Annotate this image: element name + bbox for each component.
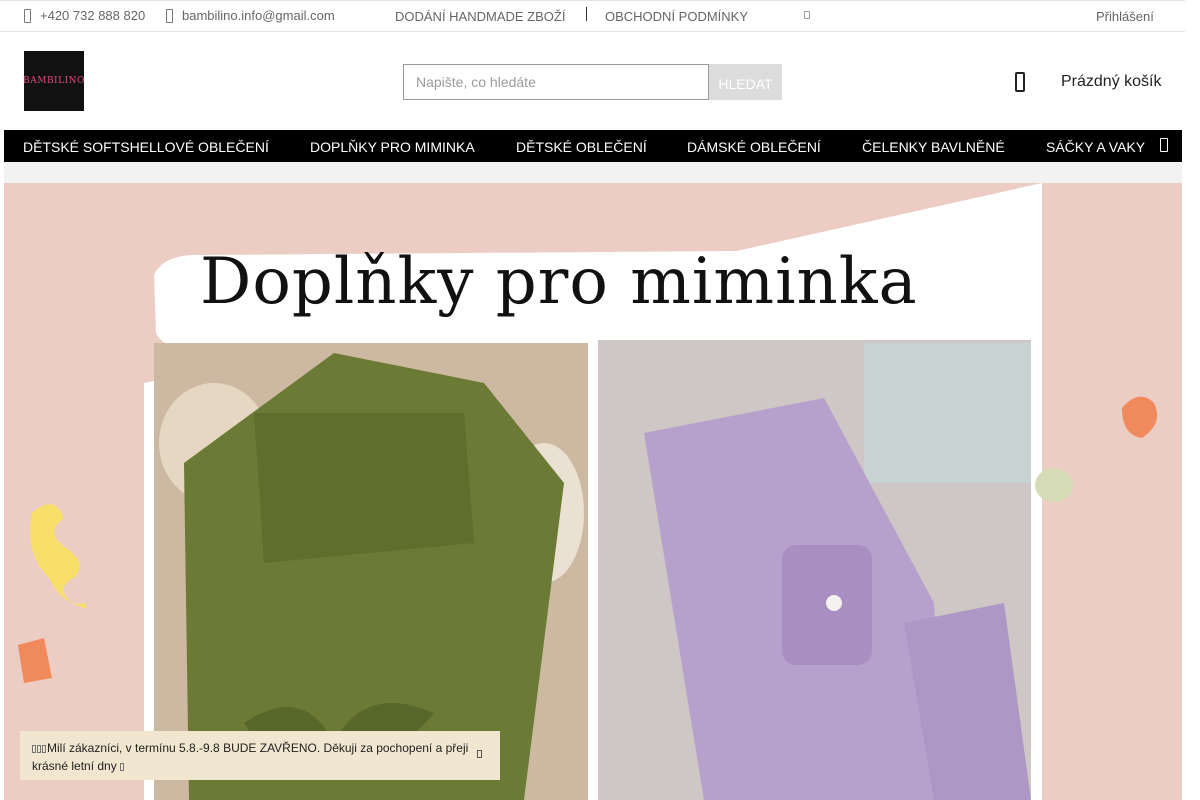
swaddle-fold — [254, 413, 474, 563]
heart-icon — [37, 745, 41, 753]
phone-icon — [24, 8, 31, 23]
header: BAMBILINO HLEDAT Prázdný košík — [0, 32, 1185, 130]
nav-item-bags[interactable]: SÁČKY A VAKY — [1046, 139, 1145, 155]
nav-item-baby-accessories[interactable]: DOPLŇKY PRO MIMINKA — [310, 139, 475, 155]
nav-item-headbands[interactable]: ČELENKY BAVLNĚNÉ — [862, 139, 1005, 155]
nav-item-kids-clothing[interactable]: DĚTSKÉ OBLEČENÍ — [516, 139, 647, 155]
search-input[interactable] — [403, 64, 709, 100]
logo-text: BAMBILINO — [23, 76, 85, 86]
search-button[interactable]: HLEDAT — [709, 64, 782, 100]
heart-icon — [42, 745, 46, 753]
hero-banner[interactable]: Doplňky pro miminka — [4, 183, 1182, 800]
cart-label[interactable]: Prázdný košík — [1061, 73, 1161, 91]
search-form: HLEDAT — [403, 64, 782, 100]
link-delivery[interactable]: DODÁNÍ HANDMADE ZBOŽÍ — [395, 9, 565, 24]
login-link[interactable]: Přihlášení — [1096, 9, 1154, 24]
cart-icon — [1015, 72, 1025, 92]
close-icon[interactable] — [477, 750, 482, 758]
main-nav: DĚTSKÉ SOFTSHELLOVÉ OBLEČENÍ DOPLŇKY PRO… — [4, 130, 1182, 162]
heart-icon — [32, 745, 36, 753]
phone-number[interactable]: +420 732 888 820 — [40, 8, 145, 23]
phone-contact[interactable]: +420 732 888 820 — [24, 8, 145, 23]
notice-text: Milí zákazníci, v termínu 5.8.-9.8 BUDE … — [32, 741, 469, 773]
mail-icon — [166, 8, 173, 23]
nav-item-softshell[interactable]: DĚTSKÉ SOFTSHELLOVÉ OBLEČENÍ — [23, 139, 269, 155]
decor-orange-patch — [18, 638, 52, 683]
email-contact[interactable]: bambilino.info@gmail.com — [166, 8, 335, 23]
notice-bar: Milí zákazníci, v termínu 5.8.-9.8 BUDE … — [20, 731, 500, 780]
chevron-down-icon[interactable] — [804, 11, 810, 19]
banner-top-strip — [4, 162, 1182, 183]
divider — [586, 7, 587, 21]
logo[interactable]: BAMBILINO — [23, 51, 85, 111]
decor-green-dot — [1035, 468, 1073, 502]
banner-title: Doplňky pro miminka — [200, 245, 918, 319]
sun-icon — [120, 763, 125, 771]
link-terms[interactable]: OBCHODNÍ PODMÍNKY — [605, 9, 748, 24]
top-bar: +420 732 888 820 bambilino.info@gmail.co… — [0, 0, 1185, 32]
decor-yellow-squiggle — [30, 504, 87, 608]
chevron-right-icon[interactable] — [1160, 138, 1168, 152]
cart[interactable]: Prázdný košík — [1015, 72, 1161, 92]
email-address[interactable]: bambilino.info@gmail.com — [182, 8, 335, 23]
decor-orange-splash — [1122, 396, 1158, 438]
folder-snap — [826, 595, 842, 611]
nav-item-womens-clothing[interactable]: DÁMSKÉ OBLEČENÍ — [687, 139, 821, 155]
crib-background — [864, 343, 1031, 483]
